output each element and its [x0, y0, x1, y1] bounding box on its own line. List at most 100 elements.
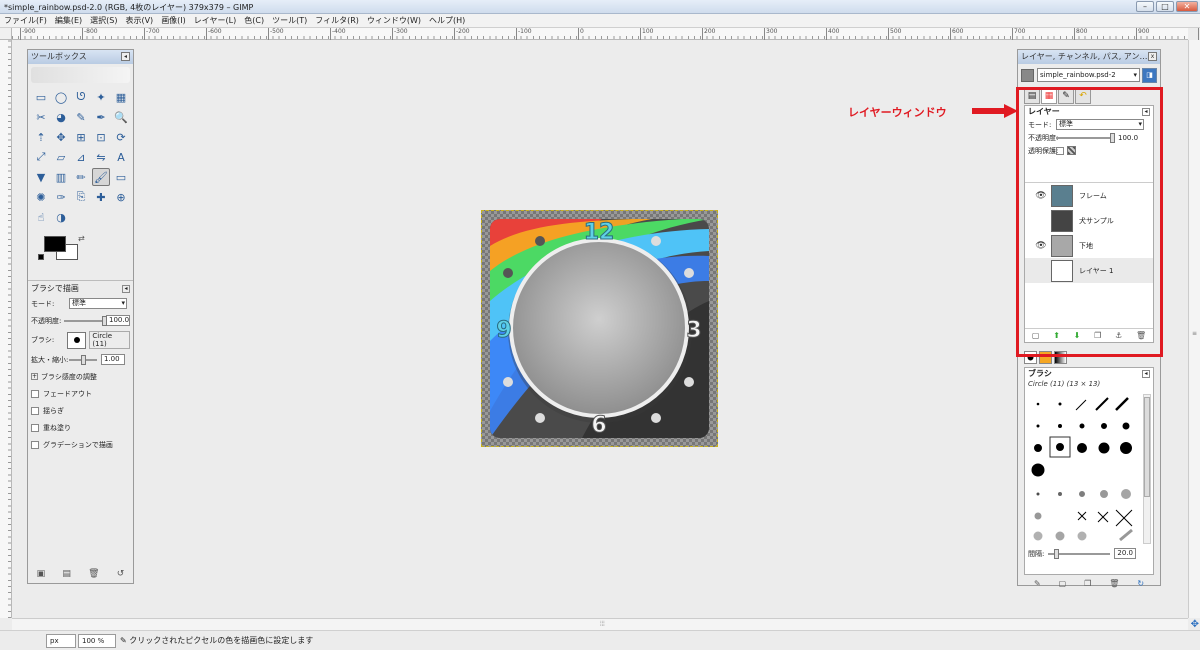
opacity-slider[interactable] — [63, 315, 107, 326]
menu-select[interactable]: 選択(S) — [90, 14, 117, 27]
heal-icon[interactable]: ✚ — [92, 188, 110, 206]
close-button[interactable]: ✕ — [1176, 1, 1198, 12]
brush-grid[interactable] — [1028, 394, 1146, 544]
menu-image[interactable]: 画像(I) — [161, 14, 186, 27]
align-icon[interactable]: ⊞ — [72, 128, 90, 146]
close-dock-icon[interactable]: x — [1148, 52, 1157, 61]
reset-options-icon[interactable]: ↺ — [117, 569, 125, 579]
scale-slider[interactable] — [69, 354, 97, 365]
lasso-icon[interactable]: ᘎ — [72, 88, 90, 106]
annotation-arrow-icon — [972, 104, 1018, 118]
horizontal-ruler[interactable]: -900 -800 -700 -600 -500 -400 -300 -200 -100 0 100… — [12, 28, 1200, 40]
flip-icon[interactable]: ⇋ — [92, 148, 110, 166]
menu-help[interactable]: ヘルプ(H) — [429, 14, 465, 27]
menu-file[interactable]: ファイル(F) — [4, 14, 47, 27]
horizontal-scrollbar[interactable]: ⦙⦙⦙ — [12, 618, 1188, 630]
opacity-row: 不透明度: 100.0 — [31, 312, 130, 329]
jitter-checkbox[interactable]: 揺らぎ — [31, 402, 130, 419]
vertical-ruler[interactable] — [0, 40, 12, 618]
edit-brush-icon[interactable]: ✎ — [1034, 579, 1041, 593]
navigate-icon[interactable]: ✥ — [1191, 619, 1199, 630]
panel-menu-icon[interactable]: ◂ — [122, 285, 130, 293]
perspective-clone-icon[interactable]: ⊕ — [112, 188, 130, 206]
brush-dynamics-expander[interactable]: + ブラシ感度の調整 — [31, 368, 130, 385]
image-select[interactable]: simple_rainbow.psd-2 — [1037, 68, 1140, 82]
smudge-icon[interactable]: ☝ — [32, 208, 50, 226]
status-message: ✎ クリックされたピクセルの色を描画色に設定します — [120, 635, 313, 647]
scale-spin[interactable]: 1.00 — [101, 354, 125, 365]
tool-grid: ▭ ◯ ᘎ ✦ ▦ ✂ ◕ ✎ ✒ 🔍 ⇡ ✥ ⊞ ⊡ ⟳ ⤢ ▱ ⊿ ⇋ A ▼ ▥ ✏ 🖌 ▭ ✺ ✑ ⎘ ✚ ⊕ ☝ ◑ — [28, 86, 133, 228]
color-picker-icon[interactable]: ✒ — [92, 108, 110, 126]
airbrush-icon[interactable]: ✺ — [32, 188, 50, 206]
delete-brush-icon[interactable]: 🗑 — [1109, 579, 1119, 593]
brush-preview[interactable] — [67, 331, 87, 349]
vertical-scrollbar[interactable]: ≡ — [1188, 40, 1200, 618]
panel-menu-icon[interactable]: ◂ — [1142, 370, 1150, 378]
menu-tools[interactable]: ツール(T) — [272, 14, 307, 27]
scissors-icon[interactable]: ✂ — [32, 108, 50, 126]
restore-options-icon[interactable]: ▤ — [62, 569, 71, 579]
mode-row: モード: 標準 — [31, 295, 130, 312]
auto-button[interactable]: ◨ — [1142, 67, 1157, 83]
image-canvas[interactable]: 12 3 6 9 — [481, 210, 718, 447]
spacing-slider[interactable] — [1048, 548, 1111, 559]
rotate-icon[interactable]: ⟳ — [112, 128, 130, 146]
status-message-text: クリックされたピクセルの色を描画色に設定します — [129, 636, 314, 645]
new-brush-icon[interactable]: ▢ — [1059, 579, 1067, 593]
swap-colors-icon[interactable]: ⇄ — [78, 234, 85, 243]
zoom-icon[interactable]: 🔍 — [112, 108, 130, 126]
menu-filters[interactable]: フィルタ(R) — [315, 14, 359, 27]
scale-icon[interactable]: ⤢ — [32, 148, 50, 166]
menu-edit[interactable]: 編集(E) — [55, 14, 82, 27]
window-title: *simple_rainbow.psd-2.0 (RGB, 4枚のレイヤー) 3… — [4, 3, 254, 12]
zoom-select[interactable]: 100 % — [78, 634, 116, 648]
crop-icon[interactable]: ⊡ — [92, 128, 110, 146]
text-icon[interactable]: A — [112, 148, 130, 166]
foreground-color-swatch[interactable] — [44, 236, 66, 252]
wilber-dropzone[interactable] — [31, 67, 130, 83]
ink-icon[interactable]: ✑ — [52, 188, 70, 206]
rect-select-icon[interactable]: ▭ — [32, 88, 50, 106]
incremental-label: 重ね塗り — [43, 423, 71, 432]
delete-options-icon[interactable]: 🗑 — [88, 569, 99, 579]
ruler-corner[interactable] — [0, 28, 12, 40]
opacity-spin[interactable]: 100.0 — [106, 315, 130, 326]
paths-icon[interactable]: ✎ — [72, 108, 90, 126]
blend-icon[interactable]: ▥ — [52, 168, 70, 186]
ruler-tick: -300 — [392, 28, 408, 40]
incremental-checkbox[interactable]: 重ね塗り — [31, 419, 130, 436]
measure-icon[interactable]: ⇡ — [32, 128, 50, 146]
perspective-icon[interactable]: ⊿ — [72, 148, 90, 166]
brush-scrollbar[interactable] — [1143, 394, 1151, 544]
unit-select[interactable]: px — [46, 634, 76, 648]
menu-layer[interactable]: レイヤー(L) — [194, 14, 236, 27]
bucket-fill-icon[interactable]: ▼ — [32, 168, 50, 186]
gradient-checkbox[interactable]: グラデーションで描画 — [31, 436, 130, 453]
clone-icon[interactable]: ⎘ — [72, 188, 90, 206]
ruler-tick: -900 — [20, 28, 36, 40]
paintbrush-icon[interactable]: 🖌 — [92, 168, 110, 186]
spacing-spin[interactable]: 20.0 — [1114, 548, 1137, 559]
pencil-icon[interactable]: ✏ — [72, 168, 90, 186]
mode-select[interactable]: 標準 — [69, 298, 127, 309]
menu-colors[interactable]: 色(C) — [244, 14, 264, 27]
dodge-burn-icon[interactable]: ◑ — [52, 208, 70, 226]
maximize-button[interactable]: □ — [1156, 1, 1174, 12]
menu-view[interactable]: 表示(V) — [125, 14, 153, 27]
toolbox-title: ツールボックス — [31, 52, 87, 61]
foreground-select-icon[interactable]: ◕ — [52, 108, 70, 126]
minimize-button[interactable]: – — [1136, 1, 1154, 12]
shear-icon[interactable]: ▱ — [52, 148, 70, 166]
select-by-color-icon[interactable]: ▦ — [112, 88, 130, 106]
fade-out-checkbox[interactable]: フェードアウト — [31, 385, 130, 402]
panel-menu-icon[interactable]: ◂ — [121, 52, 130, 61]
default-colors-icon[interactable] — [38, 254, 44, 260]
refresh-brushes-icon[interactable]: ↻ — [1137, 579, 1144, 593]
eraser-icon[interactable]: ▭ — [112, 168, 130, 186]
save-options-icon[interactable]: ▣ — [37, 569, 46, 579]
move-icon[interactable]: ✥ — [52, 128, 70, 146]
ellipse-select-icon[interactable]: ◯ — [52, 88, 70, 106]
menu-windows[interactable]: ウィンドウ(W) — [367, 14, 421, 27]
fuzzy-select-icon[interactable]: ✦ — [92, 88, 110, 106]
duplicate-brush-icon[interactable]: ❐ — [1084, 579, 1091, 593]
